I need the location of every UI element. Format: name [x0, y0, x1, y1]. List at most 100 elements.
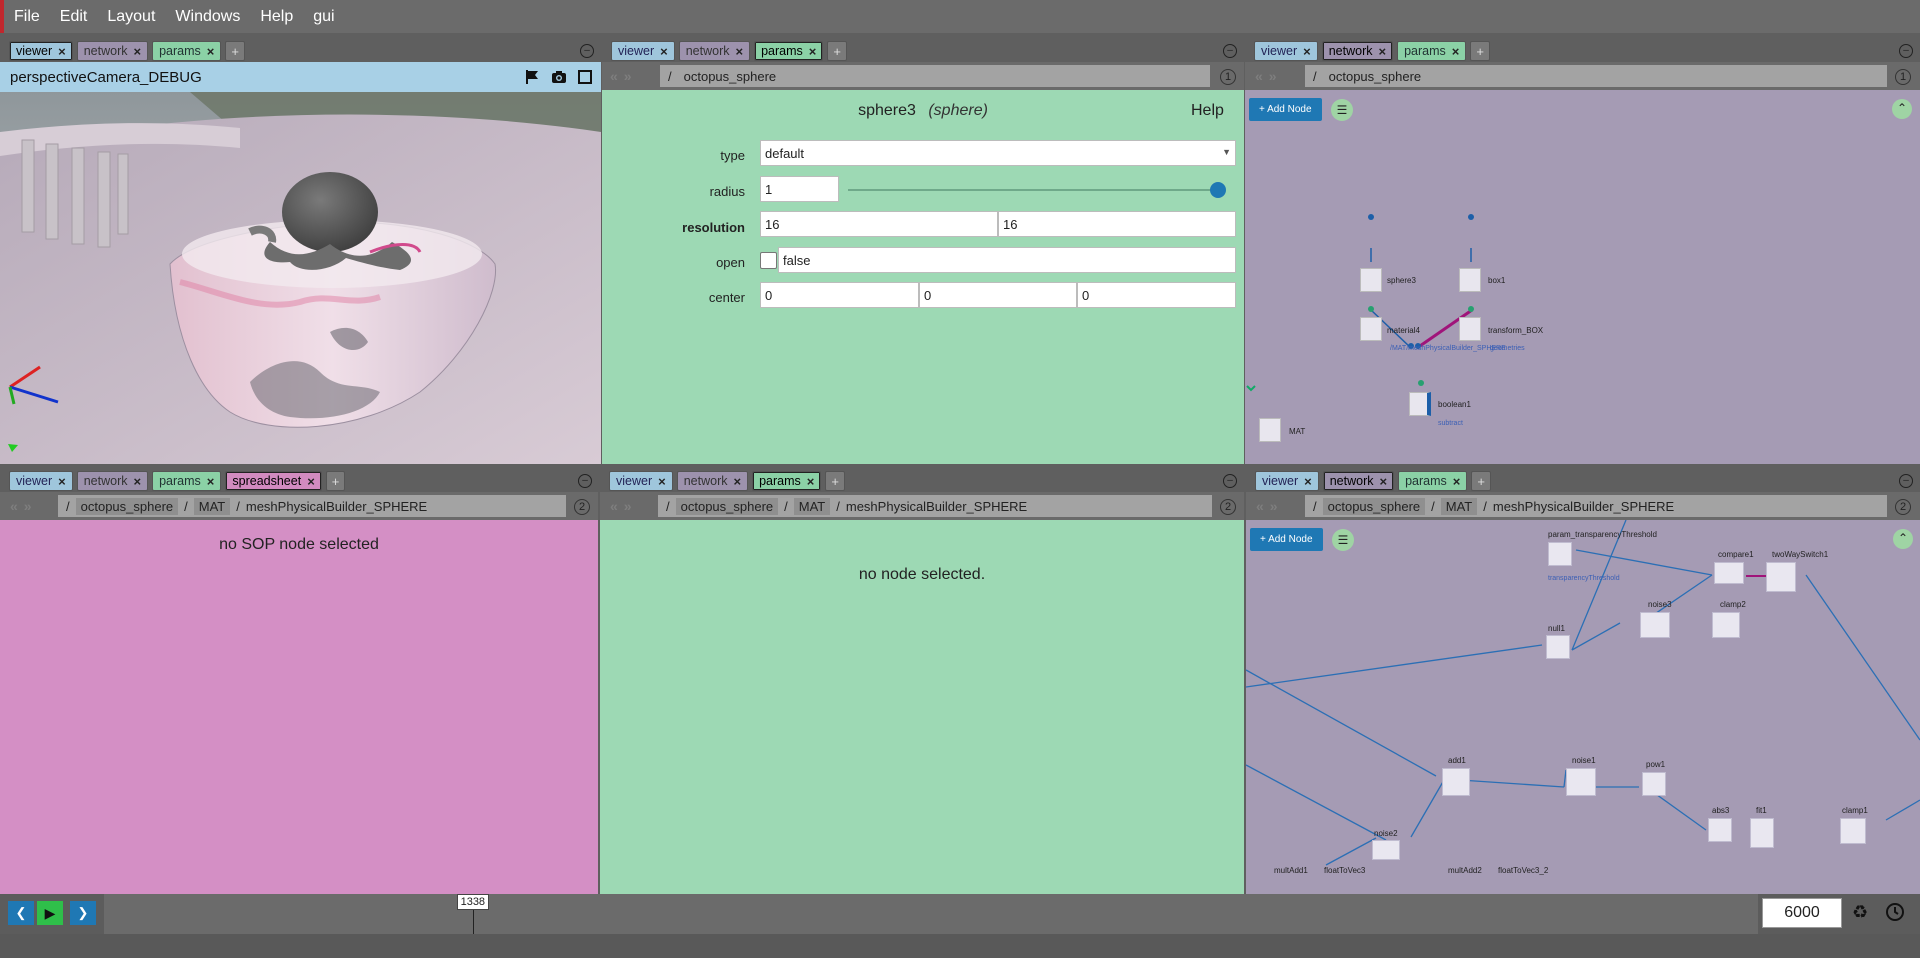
forward-icon[interactable]: » — [1269, 68, 1277, 84]
back-icon[interactable]: « — [610, 68, 618, 84]
close-icon[interactable]: × — [1453, 474, 1461, 489]
node-abs3[interactable] — [1708, 818, 1732, 842]
clock-icon[interactable] — [1885, 902, 1905, 925]
breadcrumb-mesh-builder[interactable]: meshPhysicalBuilder_SPHERE — [1493, 499, 1674, 514]
menu-edit[interactable]: Edit — [52, 8, 96, 26]
forward-icon[interactable]: » — [24, 498, 32, 514]
menu-gui[interactable]: gui — [305, 8, 342, 26]
close-icon[interactable]: × — [736, 44, 744, 59]
camera-icon[interactable] — [551, 69, 567, 88]
path-node[interactable]: octopus_sphere — [684, 69, 777, 84]
close-icon[interactable]: × — [660, 44, 668, 59]
close-icon[interactable]: × — [134, 44, 142, 59]
add-tab-button[interactable]: + — [1471, 471, 1491, 491]
close-icon[interactable]: × — [658, 474, 666, 489]
next-frame-button[interactable]: ❯ — [70, 901, 96, 925]
close-icon[interactable]: × — [1303, 44, 1311, 59]
add-tab-button[interactable]: + — [825, 471, 845, 491]
tab-viewer[interactable]: viewer × — [609, 471, 673, 491]
breadcrumb-octopus-sphere[interactable]: octopus_sphere — [75, 497, 179, 515]
breadcrumb-mesh-builder[interactable]: meshPhysicalBuilder_SPHERE — [246, 499, 427, 514]
node-box[interactable] — [1360, 317, 1382, 341]
tab-network[interactable]: network × — [76, 471, 149, 491]
node-twowayswitch1[interactable] — [1766, 562, 1796, 592]
node-material4[interactable] — [1360, 317, 1382, 341]
current-frame-marker[interactable]: 1338 — [456, 894, 489, 934]
tab-network[interactable]: network × — [76, 41, 149, 61]
tab-params[interactable]: params × — [1397, 41, 1467, 61]
close-icon[interactable]: × — [1380, 474, 1388, 489]
close-icon[interactable]: × — [734, 474, 742, 489]
tab-viewer[interactable]: viewer × — [611, 41, 675, 61]
fullscreen-icon[interactable] — [577, 69, 593, 88]
node-noise2[interactable] — [1372, 840, 1400, 860]
breadcrumb-mesh-builder[interactable]: meshPhysicalBuilder_SPHERE — [846, 499, 1027, 514]
resolution-y-input[interactable]: 16 — [998, 211, 1236, 237]
radius-slider-track[interactable] — [848, 189, 1218, 191]
tab-viewer[interactable]: viewer × — [9, 471, 73, 491]
center-x-input[interactable]: 0 — [760, 282, 919, 308]
panel-link-number[interactable]: 2 — [1220, 499, 1236, 515]
help-link[interactable]: Help — [1191, 102, 1224, 120]
node-compare1[interactable] — [1714, 562, 1744, 584]
add-tab-button[interactable]: + — [225, 41, 245, 61]
node-noise3[interactable] — [1640, 612, 1670, 638]
menu-windows[interactable]: Windows — [167, 8, 248, 26]
node-box1[interactable] — [1459, 268, 1481, 292]
close-icon[interactable]: × — [134, 474, 142, 489]
close-icon[interactable]: × — [1452, 44, 1460, 59]
node-boolean1[interactable] — [1409, 392, 1431, 416]
tab-params[interactable]: params × — [754, 41, 824, 61]
forward-icon[interactable]: » — [1270, 498, 1278, 514]
tab-network[interactable]: network × — [678, 41, 751, 61]
node-box[interactable] — [1409, 392, 1431, 416]
center-y-input[interactable]: 0 — [919, 282, 1077, 308]
play-button[interactable]: ▶ — [37, 901, 63, 925]
collapse-panel-icon[interactable]: – — [1899, 474, 1913, 488]
network-canvas-top[interactable]: + Add Node ☰ ⌃ sphere3 box1 material4 /M… — [1245, 90, 1920, 464]
breadcrumb-mat[interactable]: MAT — [1440, 497, 1478, 515]
close-icon[interactable]: × — [207, 474, 215, 489]
back-icon[interactable]: « — [1255, 68, 1263, 84]
back-icon[interactable]: « — [10, 498, 18, 514]
flag-icon[interactable] — [524, 69, 540, 88]
close-icon[interactable]: × — [207, 44, 215, 59]
open-value-field[interactable]: false — [778, 247, 1236, 273]
close-icon[interactable]: × — [1379, 44, 1387, 59]
breadcrumb-octopus-sphere[interactable]: octopus_sphere — [675, 497, 779, 515]
back-icon[interactable]: « — [1256, 498, 1264, 514]
node-transform-box[interactable] — [1459, 317, 1481, 341]
tab-viewer[interactable]: viewer × — [1255, 471, 1319, 491]
node-add1[interactable] — [1442, 768, 1470, 796]
add-tab-button[interactable]: + — [827, 41, 847, 61]
type-select[interactable]: default ▼ — [760, 140, 1236, 166]
collapse-panel-icon[interactable]: – — [1223, 474, 1237, 488]
network-canvas-bottom[interactable]: + Add Node ☰ ⌃ param_transparencyThresho… — [1246, 520, 1920, 894]
node-clamp2[interactable] — [1712, 612, 1740, 638]
node-noise1[interactable] — [1566, 768, 1596, 796]
path-root[interactable]: / — [1313, 69, 1317, 84]
panel-link-number[interactable]: 1 — [1895, 69, 1911, 85]
prev-frame-button[interactable]: ❮ — [8, 901, 34, 925]
close-icon[interactable]: × — [307, 474, 315, 489]
node-fit1[interactable] — [1750, 818, 1774, 848]
resolution-x-input[interactable]: 16 — [760, 211, 998, 237]
tab-network[interactable]: network × — [676, 471, 749, 491]
tab-params[interactable]: params × — [152, 41, 222, 61]
tab-network[interactable]: network × — [1322, 471, 1395, 491]
tab-viewer[interactable]: viewer × — [9, 41, 73, 61]
radius-input[interactable]: 1 — [760, 176, 839, 202]
recycle-icon[interactable]: ♻ — [1852, 902, 1868, 923]
close-icon[interactable]: × — [1304, 474, 1312, 489]
node-mat[interactable] — [1259, 418, 1281, 442]
center-z-input[interactable]: 0 — [1077, 282, 1236, 308]
forward-icon[interactable]: » — [624, 68, 632, 84]
collapse-panel-icon[interactable]: – — [578, 474, 592, 488]
node-pow1[interactable] — [1642, 772, 1666, 796]
node-sphere3[interactable] — [1360, 268, 1382, 292]
node-null1[interactable] — [1546, 635, 1570, 659]
node-box[interactable] — [1259, 418, 1281, 442]
viewport-3d[interactable] — [0, 92, 601, 464]
tab-network[interactable]: network × — [1321, 41, 1394, 61]
add-tab-button[interactable]: + — [325, 471, 346, 491]
